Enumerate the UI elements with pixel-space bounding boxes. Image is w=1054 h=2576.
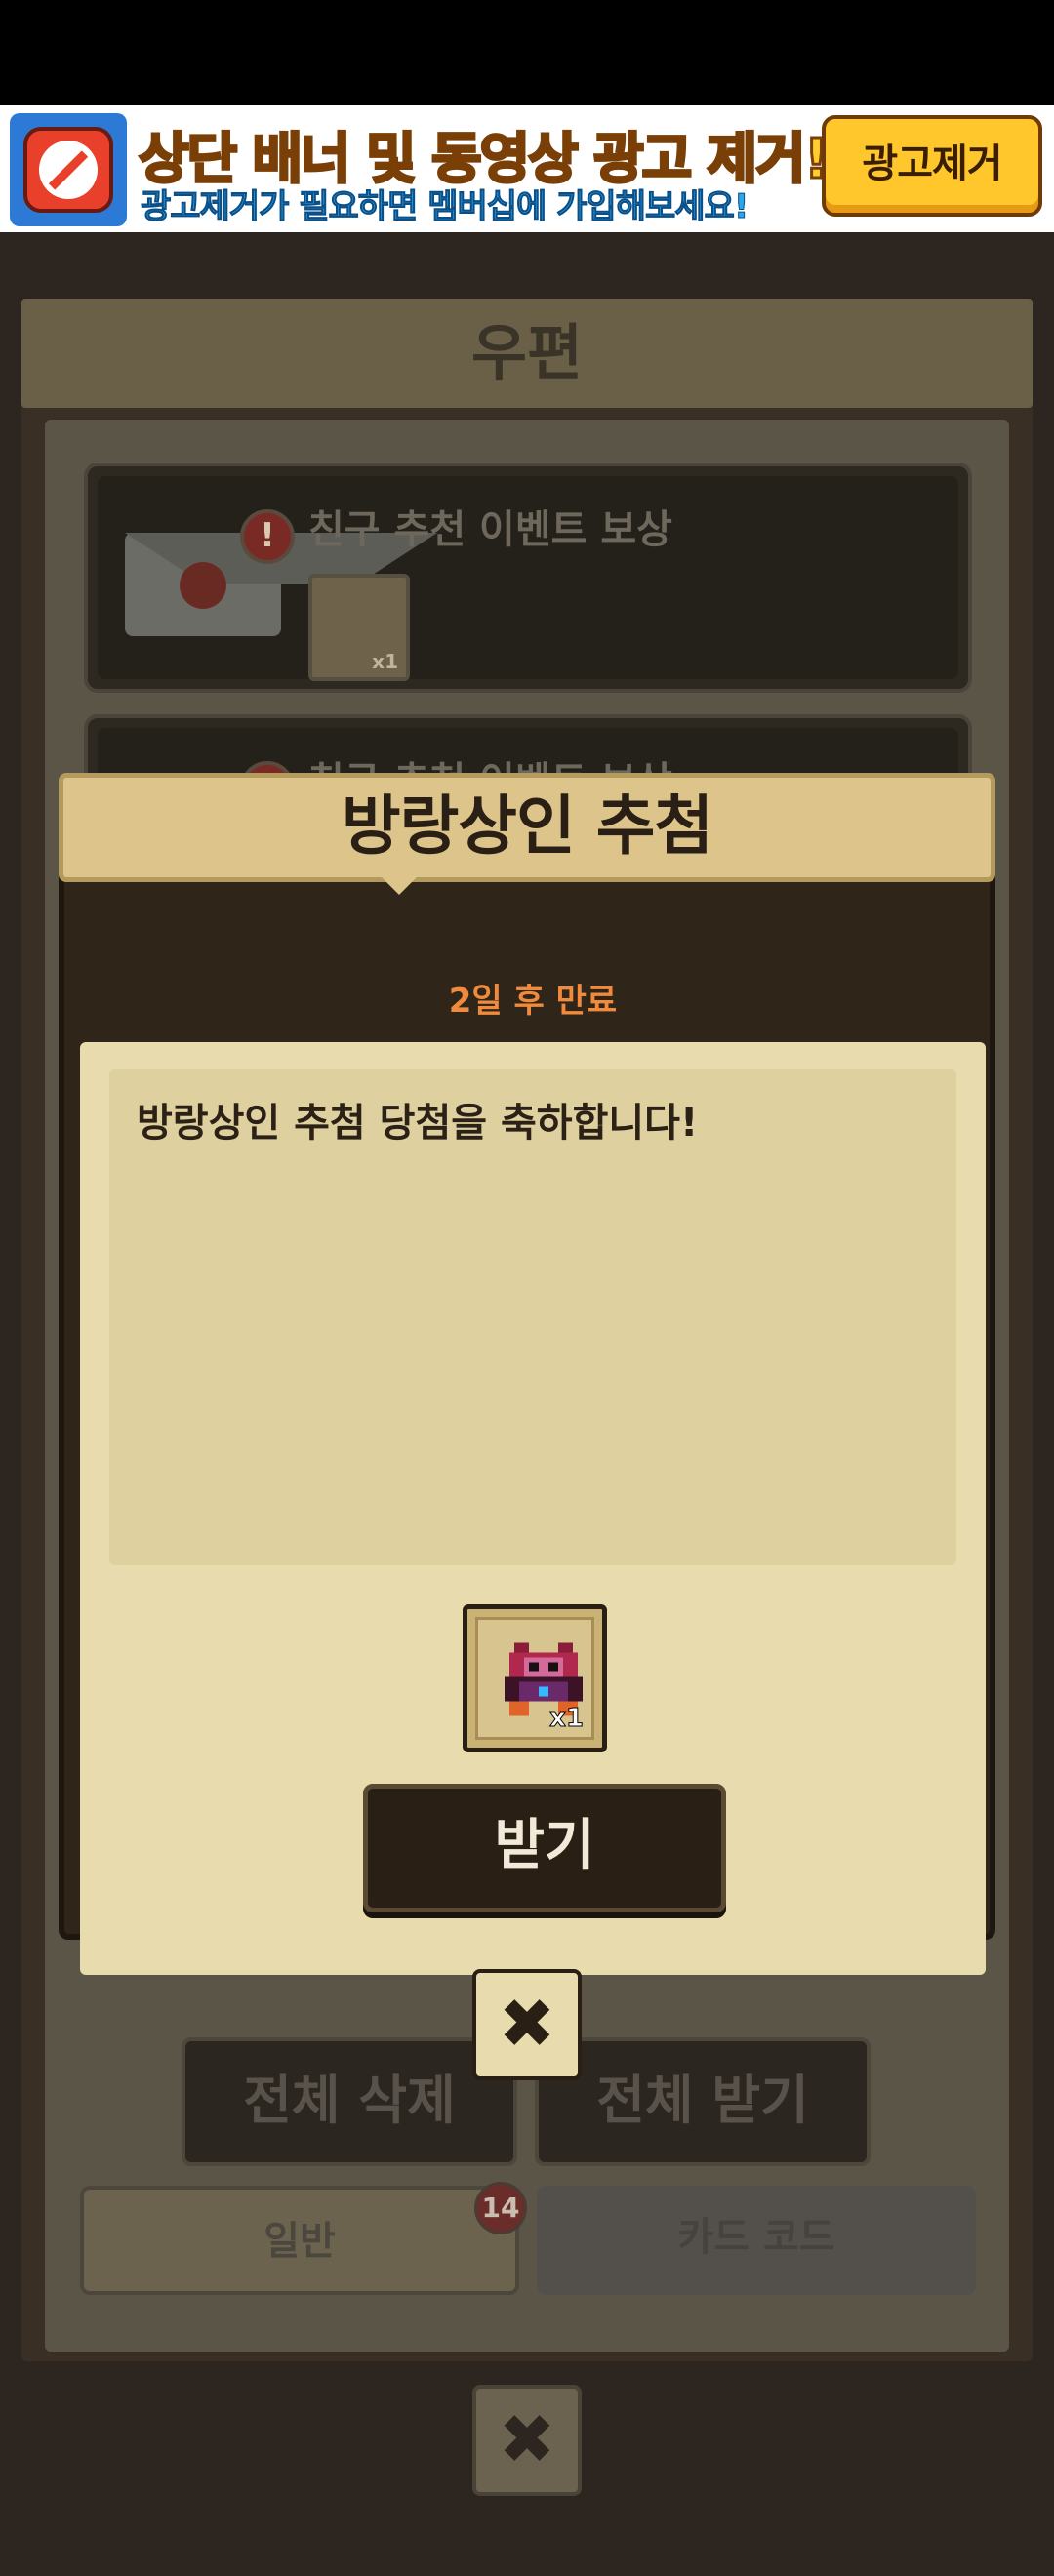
lottery-modal: 2일 후 만료 방랑상인 추첨 당첨을 축하합니다! x1 받기 방랑상인 추첨: [59, 773, 995, 1975]
message-text: 방랑상인 추첨 당첨을 축하합니다!: [137, 1101, 699, 1146]
modal-close-button[interactable]: ✖: [472, 1969, 582, 2080]
ad-subtitle: 광고제거가 필요하면 멤버십에 가입해보세요!: [140, 187, 749, 227]
screen: 상단 배너 및 동영상 광고 제거! 광고제거가 필요하면 멤버십에 가입해보세…: [0, 0, 1054, 2576]
modal-content: 방랑상인 추첨 당첨을 축하합니다! x1 받기: [80, 1042, 986, 1975]
remove-ads-button[interactable]: 광고제거: [822, 115, 1042, 217]
expire-label: 2일 후 만료: [448, 982, 618, 1021]
reward-count: x1: [549, 1704, 585, 1734]
modal-body: 2일 후 만료 방랑상인 추첨 당첨을 축하합니다! x1 받기: [59, 831, 995, 1975]
modal-title: 방랑상인 추첨: [59, 773, 995, 882]
ad-block-clock-icon: [10, 113, 127, 226]
status-bar: [0, 0, 1054, 105]
receive-button[interactable]: 받기: [363, 1784, 726, 1912]
message-box: 방랑상인 추첨 당첨을 축하합니다!: [109, 1069, 956, 1565]
reward-item[interactable]: x1: [463, 1604, 607, 1752]
ad-banner[interactable]: 상단 배너 및 동영상 광고 제거! 광고제거가 필요하면 멤버십에 가입해보세…: [0, 105, 1054, 232]
